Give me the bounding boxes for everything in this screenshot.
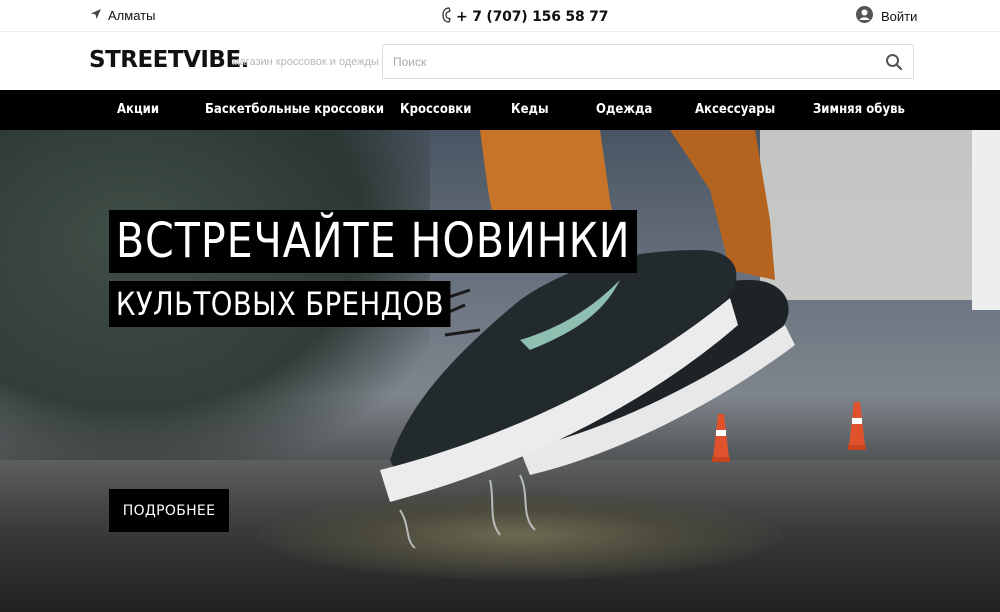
nav-item-clothing[interactable]: Одежда — [596, 102, 652, 117]
phone-icon — [442, 7, 452, 27]
user-icon — [856, 6, 873, 26]
location-label: Алматы — [108, 8, 156, 23]
traffic-cone-image — [848, 402, 866, 450]
search-icon[interactable] — [885, 53, 903, 71]
top-utility-bar: Алматы + 7 (707) 156 58 77 Войти — [0, 0, 1000, 32]
search-box — [382, 44, 914, 79]
nav-item-basketball-sneakers[interactable]: Баскетбольные кроссовки — [205, 102, 384, 117]
login-link[interactable]: Войти — [856, 6, 917, 26]
site-tagline: магазин кроссовок и одежды — [232, 56, 379, 68]
hero-headline-secondary: КУЛЬТОВЫХ БРЕНДОВ — [109, 281, 451, 327]
hero-headline-primary: ВСТРЕЧАЙТЕ НОВИНКИ — [109, 210, 638, 273]
hero-details-button[interactable]: ПОДРОБНЕЕ — [109, 489, 229, 532]
location-arrow-icon — [90, 8, 102, 23]
nav-item-canvas-shoes[interactable]: Кеды — [511, 102, 549, 117]
site-logo[interactable]: STREETVIBE. — [89, 47, 249, 73]
location-selector[interactable]: Алматы — [90, 8, 155, 23]
nav-item-accessories[interactable]: Аксессуары — [695, 102, 775, 117]
hero-sneakers-image — [380, 130, 795, 549]
nav-item-sneakers[interactable]: Кроссовки — [400, 102, 471, 117]
nav-item-sales[interactable]: Акции — [117, 102, 159, 117]
nav-item-winter-shoes[interactable]: Зимняя обувь — [813, 102, 905, 117]
phone-number: + 7 (707) 156 58 77 — [456, 9, 609, 25]
site-header: STREETVIBE. магазин кроссовок и одежды — [0, 33, 1000, 90]
phone-link[interactable]: + 7 (707) 156 58 77 — [442, 7, 608, 27]
hero-banner: ВСТРЕЧАЙТЕ НОВИНКИ КУЛЬТОВЫХ БРЕНДОВ ПОД… — [0, 130, 1000, 612]
login-label: Войти — [881, 8, 918, 24]
search-input[interactable] — [383, 45, 863, 78]
hero-background-building-edge — [972, 130, 1000, 310]
main-nav: Акции Баскетбольные кроссовки Кроссовки … — [0, 90, 1000, 130]
